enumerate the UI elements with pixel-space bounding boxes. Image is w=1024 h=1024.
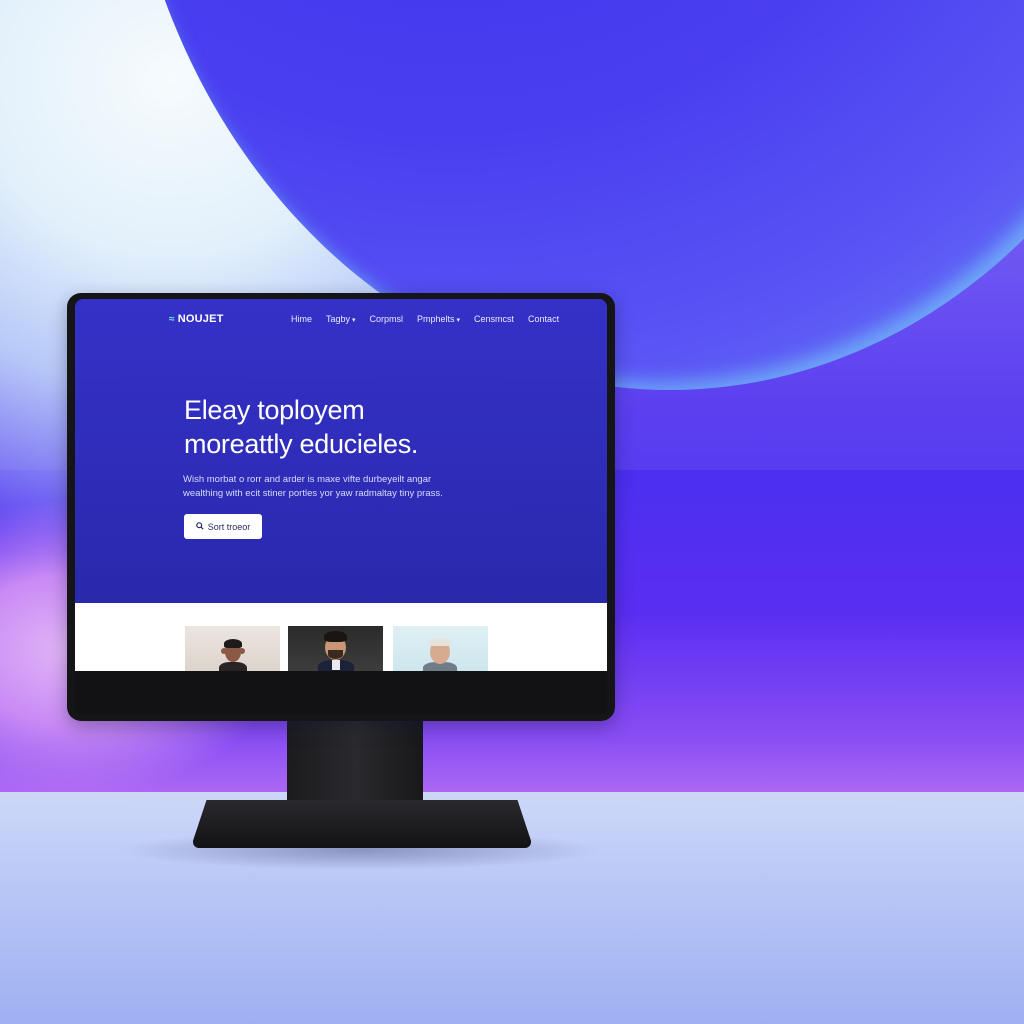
person-photo-older-man[interactable] [393,626,488,671]
nav-item-contact[interactable]: Contact [528,314,559,324]
website-screen: ≈ NOUJET Hime Tagby Corpmsl Pmphelts Cen… [75,299,607,671]
nav-item-home[interactable]: Hime [291,314,312,324]
photo-strip [75,603,607,671]
hero-subtitle-line-2: wealthing with ecit stiner portles yor y… [183,488,443,499]
hero-subtitle: Wish morbat o rorr and arder is maxe vif… [183,473,503,501]
logo-text: NOUJET [177,313,224,325]
wave-logo-icon: ≈ [169,313,175,325]
hero-title-line-2: moreattly educieles. [184,429,419,459]
hero-title: Eleay toployem moreattly educieles. [184,393,564,461]
monitor-stand-base [193,800,531,848]
cta-button[interactable]: Sort troeor [184,514,262,539]
nav-links: Hime Tagby Corpmsl Pmphelts Censmcst Con… [291,314,559,324]
hero-title-line-1: Eleay toployem [184,395,365,425]
person-photo-man-beard[interactable] [288,626,383,671]
hero-subtitle-line-1: Wish morbat o rorr and arder is maxe vif… [183,474,432,485]
monitor-bezel-chin [75,671,607,715]
monitor-stand-neck [287,720,423,810]
nav-item-corpmsl[interactable]: Corpmsl [370,314,404,324]
cta-label: Sort troeor [207,521,251,532]
site-logo[interactable]: ≈ NOUJET [169,313,224,325]
person-photo-woman[interactable] [185,626,280,671]
nav-item-pmphelts[interactable]: Pmphelts [417,314,460,324]
nav-item-censmcst[interactable]: Censmcst [474,314,514,324]
nav-item-tagby[interactable]: Tagby [326,314,356,324]
monitor: ≈ NOUJET Hime Tagby Corpmsl Pmphelts Cen… [67,293,615,721]
search-icon [195,521,204,532]
top-navigation: ≈ NOUJET Hime Tagby Corpmsl Pmphelts Cen… [75,313,607,333]
